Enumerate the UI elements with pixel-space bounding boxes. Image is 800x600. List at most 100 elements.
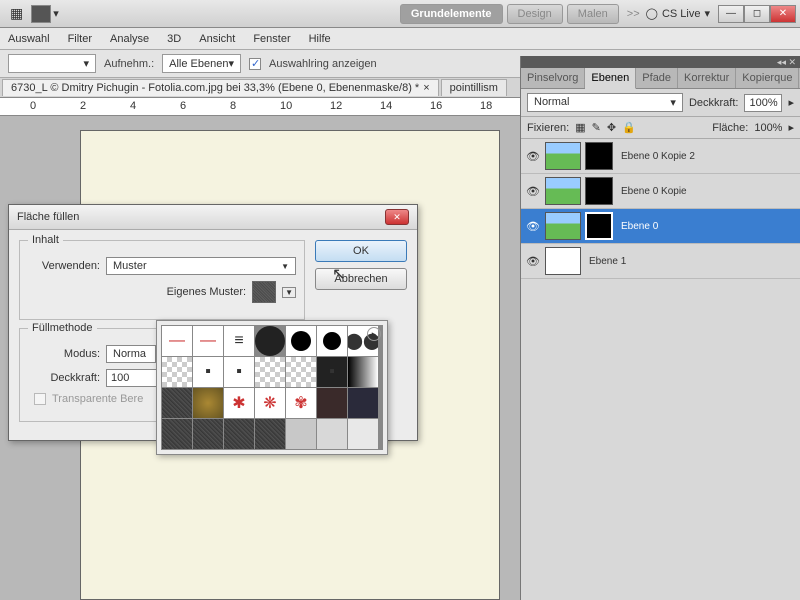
lock-move-icon[interactable]: ✥: [607, 121, 616, 134]
tab-ebenen[interactable]: Ebenen: [585, 68, 636, 89]
pattern-picker-arrow[interactable]: ▼: [282, 287, 296, 298]
layers-list: 👁 Ebene 0 Kopie 2 👁 Ebene 0 Kopie 👁 Eben…: [521, 139, 800, 279]
pattern-swatch[interactable]: [255, 326, 285, 356]
maximize-button[interactable]: ◻: [744, 5, 770, 23]
doc-tab-2[interactable]: pointillism: [441, 79, 507, 96]
visibility-icon[interactable]: 👁: [525, 220, 541, 233]
dialog-titlebar[interactable]: Fläche füllen ✕: [9, 205, 417, 230]
workspace-tab-malen[interactable]: Malen: [567, 4, 619, 24]
pattern-swatch[interactable]: [317, 326, 347, 356]
menu-analyse[interactable]: Analyse: [110, 33, 149, 45]
sample-layers-select[interactable]: Alle Ebenen▾: [162, 54, 241, 73]
checkbox-ring[interactable]: ✓: [249, 58, 261, 70]
option-field[interactable]: ▾: [8, 54, 96, 73]
layer-thumbnail[interactable]: [545, 212, 581, 240]
tab-korrektur[interactable]: Korrektur: [678, 68, 736, 88]
pattern-swatch[interactable]: ▪: [317, 357, 347, 387]
layer-thumbnail[interactable]: [545, 142, 581, 170]
cancel-button[interactable]: Abbrechen: [315, 268, 407, 290]
pattern-swatch[interactable]: [348, 388, 378, 418]
mask-thumbnail[interactable]: [585, 212, 613, 240]
pattern-swatch[interactable]: —: [193, 326, 223, 356]
dropdown-icon[interactable]: ▾: [53, 7, 59, 20]
modus-select[interactable]: Norma: [106, 345, 156, 363]
pattern-swatch[interactable]: [162, 388, 192, 418]
ring-label: Auswahlring anzeigen: [269, 58, 377, 70]
lock-paint-icon[interactable]: ✎: [592, 121, 601, 134]
layer-name[interactable]: Ebene 0 Kopie: [621, 186, 687, 197]
tab-pinsel[interactable]: Pinselvorg: [521, 68, 585, 88]
workspace-more[interactable]: >>: [627, 8, 640, 20]
layer-name[interactable]: Ebene 0: [621, 221, 658, 232]
pattern-swatch[interactable]: [286, 357, 316, 387]
opacity-slider-icon[interactable]: ▸: [788, 96, 794, 109]
dialog-close-button[interactable]: ✕: [385, 209, 409, 225]
layer-row[interactable]: 👁 Ebene 0 Kopie: [521, 174, 800, 209]
panel-tabs: Pinselvorg Ebenen Pfade Korrektur Kopier…: [521, 68, 800, 89]
layer-name[interactable]: Ebene 1: [589, 256, 626, 267]
pattern-swatch[interactable]: [348, 419, 378, 449]
pattern-swatch[interactable]: [286, 419, 316, 449]
visibility-icon[interactable]: 👁: [525, 255, 541, 268]
cslive-button[interactable]: ◯CS Live▾: [646, 7, 710, 20]
tab-kopier[interactable]: Kopierque: [736, 68, 799, 88]
ok-button[interactable]: OK: [315, 240, 407, 262]
mask-thumbnail[interactable]: [585, 177, 613, 205]
inhalt-fieldset: Inhalt Verwenden: Muster▼ Eigenes Muster…: [19, 240, 305, 320]
pattern-swatch[interactable]: ✾: [286, 388, 316, 418]
menu-3d[interactable]: 3D: [167, 33, 181, 45]
close-tab-icon[interactable]: ×: [423, 82, 429, 94]
pattern-swatch[interactable]: [255, 357, 285, 387]
menu-filter[interactable]: Filter: [68, 33, 92, 45]
pattern-swatch[interactable]: [193, 388, 223, 418]
visibility-icon[interactable]: 👁: [525, 150, 541, 163]
lock-transparent-icon[interactable]: ▦: [575, 121, 585, 134]
pattern-swatch[interactable]: [255, 419, 285, 449]
minimize-button[interactable]: —: [718, 5, 744, 23]
pattern-swatch[interactable]: ❋: [255, 388, 285, 418]
menu-fenster[interactable]: Fenster: [253, 33, 290, 45]
layer-thumbnail[interactable]: [545, 247, 581, 275]
mask-thumbnail[interactable]: [585, 142, 613, 170]
pattern-swatch[interactable]: ✱: [224, 388, 254, 418]
pattern-swatch[interactable]: [348, 357, 378, 387]
pattern-swatch[interactable]: [252, 281, 276, 303]
pattern-swatch[interactable]: [317, 419, 347, 449]
opacity-input[interactable]: 100%: [744, 94, 782, 112]
layer-name[interactable]: Ebene 0 Kopie 2: [621, 151, 695, 162]
layer-row[interactable]: 👁 Ebene 1: [521, 244, 800, 279]
pattern-swatch[interactable]: [162, 419, 192, 449]
fill-input[interactable]: 100%: [754, 122, 782, 134]
layer-thumbnail[interactable]: [545, 177, 581, 205]
pattern-swatch[interactable]: [317, 388, 347, 418]
layer-row[interactable]: 👁 Ebene 0 Kopie 2: [521, 139, 800, 174]
menu-bar: Auswahl Filter Analyse 3D Ansicht Fenste…: [0, 28, 800, 50]
pattern-menu-icon[interactable]: ▸: [367, 327, 381, 341]
close-button[interactable]: ✕: [770, 5, 796, 23]
menu-hilfe[interactable]: Hilfe: [309, 33, 331, 45]
pattern-swatch[interactable]: [286, 326, 316, 356]
pattern-swatch[interactable]: ▪: [193, 357, 223, 387]
pattern-swatch[interactable]: [193, 419, 223, 449]
verwenden-select[interactable]: Muster▼: [106, 257, 296, 275]
panel-collapse-bar[interactable]: ◂◂ ✕: [521, 56, 800, 68]
swatch-icon[interactable]: [31, 5, 51, 23]
transparent-checkbox[interactable]: [34, 393, 46, 405]
blend-mode-select[interactable]: Normal▾: [527, 93, 683, 112]
pattern-swatch[interactable]: ≡: [224, 326, 254, 356]
lock-all-icon[interactable]: 🔒: [622, 121, 636, 134]
menu-auswahl[interactable]: Auswahl: [8, 33, 50, 45]
workspace-tab-grundelemente[interactable]: Grundelemente: [400, 4, 503, 24]
workspace-tab-design[interactable]: Design: [507, 4, 563, 24]
layer-row[interactable]: 👁 Ebene 0: [521, 209, 800, 244]
tab-pfade[interactable]: Pfade: [636, 68, 678, 88]
fill-slider-icon[interactable]: ▸: [788, 121, 794, 134]
pattern-swatch[interactable]: ▪: [224, 357, 254, 387]
pattern-swatch[interactable]: [224, 419, 254, 449]
pattern-swatch[interactable]: —: [162, 326, 192, 356]
visibility-icon[interactable]: 👁: [525, 185, 541, 198]
menu-ansicht[interactable]: Ansicht: [199, 33, 235, 45]
pattern-swatch[interactable]: [162, 357, 192, 387]
doc-tab-1[interactable]: 6730_L © Dmitry Pichugin - Fotolia.com.j…: [2, 79, 439, 96]
pattern-picker-popup: ▸ — — ≡ ⬤⬤ ▪ ▪ ▪ ✱ ❋ ✾: [156, 320, 388, 455]
